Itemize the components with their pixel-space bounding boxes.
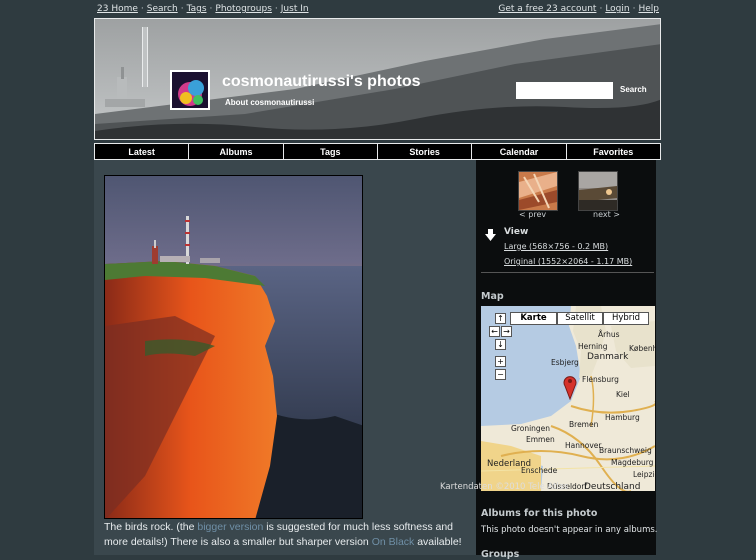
map-city-label: Bremen [569, 420, 599, 429]
map-credit-text: Kartendaten ©2010 Tele Atlas [440, 482, 569, 492]
nav-tags-link[interactable]: Tags [187, 4, 207, 14]
search-button[interactable]: Search [617, 83, 650, 96]
zoom-in-icon[interactable]: + [495, 356, 506, 367]
next-photo-thumbnail[interactable] [578, 171, 618, 211]
map-tab-hybrid[interactable]: Hybrid [603, 312, 649, 325]
bigger-version-link[interactable]: bigger version [197, 521, 263, 533]
on-black-link[interactable]: On Black [372, 536, 415, 548]
map-marker-icon[interactable] [563, 374, 577, 400]
top-nav-right: Get a free 23 account · Login · Help [498, 4, 659, 14]
download-arrow-icon [485, 229, 496, 241]
map-city-label: Hannover [565, 441, 602, 450]
search-input[interactable] [516, 82, 613, 99]
map-city-label: Enschede [521, 466, 558, 475]
help-link[interactable]: Help [638, 4, 659, 14]
map-section-title: Map [481, 291, 504, 302]
map-city-label: Groningen [511, 424, 551, 433]
user-avatar[interactable] [170, 70, 210, 110]
caption-text: version [332, 536, 372, 548]
page-title: cosmonautirussi's photos [222, 73, 421, 90]
map-city-label: Magdeburg [611, 458, 654, 467]
location-map[interactable]: Karte Satellit Hybrid ↑ ← → ↓ + − Århus … [481, 306, 655, 491]
get-free-account-link[interactable]: Get a free 23 account [498, 4, 596, 14]
map-city-label: Leipzig [633, 470, 655, 479]
main-tabs: Latest Albums Tags Stories Calendar Favo… [94, 143, 661, 160]
map-city-label: Kiel [616, 390, 630, 399]
albums-empty-text: This photo doesn't appear in any albums. [481, 525, 658, 535]
view-large-link[interactable]: Large (568×756 - 0.2 MB) [504, 242, 608, 251]
main-photo[interactable] [104, 175, 363, 519]
pan-up-icon[interactable]: ↑ [495, 313, 506, 324]
photo-caption: The birds rock. (the bigger version is s… [104, 520, 474, 550]
sharper-link[interactable]: sharper [296, 536, 332, 548]
albums-section-title: Albums for this photo [481, 508, 598, 519]
pan-down-icon[interactable]: ↓ [495, 339, 506, 350]
view-section-title: View [504, 227, 529, 237]
tab-calendar[interactable]: Calendar [471, 143, 566, 160]
prev-photo-thumbnail[interactable] [518, 171, 558, 211]
about-link[interactable]: About cosmonautirussi [225, 98, 314, 107]
top-nav-left: 23 Home · Search · Tags · Photogroups · Just In [97, 4, 309, 14]
caption-text: available! [414, 536, 462, 548]
nav-just-in-link[interactable]: Just In [281, 4, 309, 14]
map-city-label: Hamburg [605, 413, 640, 422]
caption-text: The birds rock. (the [104, 521, 198, 533]
zoom-out-icon[interactable]: − [495, 369, 506, 380]
tab-latest[interactable]: Latest [94, 143, 189, 160]
prev-link[interactable]: < prev [519, 210, 546, 219]
map-tab-karte[interactable]: Karte [510, 312, 557, 325]
map-city-label: Flensburg [582, 375, 619, 384]
view-original-link[interactable]: Original (1552×2064 - 1.17 MB) [504, 257, 632, 266]
map-city-label: Århus [598, 330, 620, 339]
tab-tags[interactable]: Tags [282, 143, 377, 160]
map-city-label: Esbjerg [551, 358, 579, 367]
divider [481, 272, 654, 273]
header-banner: cosmonautirussi's photos About cosmonaut… [94, 18, 661, 140]
nav-23-home-link[interactable]: 23 Home [97, 4, 138, 14]
tab-albums[interactable]: Albums [188, 143, 283, 160]
tab-stories[interactable]: Stories [376, 143, 472, 160]
map-tab-satellit[interactable]: Satellit [557, 312, 603, 325]
pan-right-icon[interactable]: → [501, 326, 512, 337]
map-city-label: Danmark [587, 352, 629, 362]
next-link[interactable]: next > [593, 210, 620, 219]
map-city-label: Braunschweig [599, 446, 652, 455]
pan-left-icon[interactable]: ← [489, 326, 500, 337]
nav-search-link[interactable]: Search [147, 4, 178, 14]
map-city-label: København [629, 344, 655, 353]
nav-photogroups-link[interactable]: Photogroups [215, 4, 272, 14]
top-bar: 23 Home · Search · Tags · Photogroups · Just In … [0, 0, 756, 18]
tab-favorites[interactable]: Favorites [565, 143, 661, 160]
map-city-label: Deutschland [584, 482, 641, 491]
map-city-label: Emmen [526, 435, 555, 444]
login-link[interactable]: Login [605, 4, 629, 14]
map-city-label: Herning [578, 342, 608, 351]
